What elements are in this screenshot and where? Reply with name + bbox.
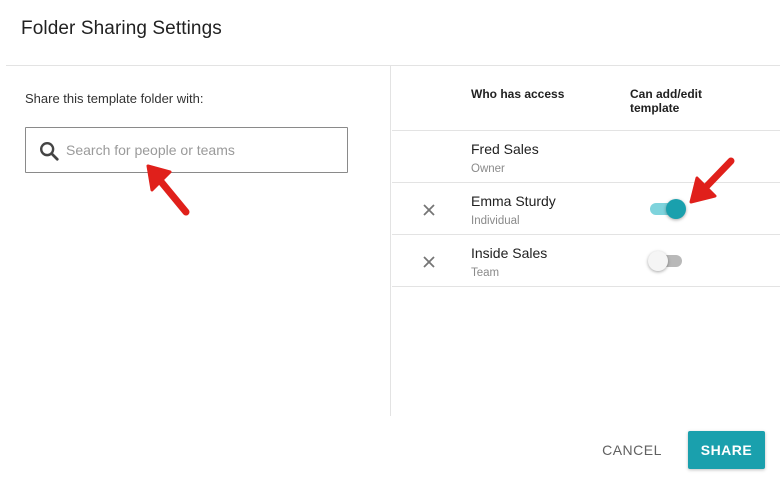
- close-icon[interactable]: [420, 201, 438, 219]
- column-header-can-edit: Can add/edit template: [630, 87, 703, 115]
- cancel-button[interactable]: CANCEL: [592, 431, 672, 469]
- can-edit-toggle[interactable]: [648, 197, 688, 221]
- table-row: Inside Sales Team: [392, 235, 780, 287]
- toggle-thumb: [666, 199, 686, 219]
- search-box[interactable]: [25, 127, 348, 173]
- column-header-who-has-access: Who has access: [471, 87, 565, 101]
- dialog-title: Folder Sharing Settings: [21, 18, 222, 39]
- search-input[interactable]: [66, 129, 341, 171]
- close-icon[interactable]: [420, 253, 438, 271]
- row-role: Individual: [471, 215, 520, 227]
- share-button[interactable]: SHARE: [688, 431, 765, 469]
- row-name: Inside Sales: [471, 245, 548, 261]
- folder-sharing-dialog: Folder Sharing Settings Share this templ…: [0, 0, 782, 487]
- access-table: Who has access Can add/edit template Fre…: [392, 66, 780, 416]
- toggle-thumb: [648, 251, 668, 271]
- table-row: Emma Sturdy Individual: [392, 183, 780, 235]
- can-edit-toggle[interactable]: [648, 249, 688, 273]
- share-with-panel: Share this template folder with:: [6, 66, 391, 416]
- row-name: Emma Sturdy: [471, 193, 556, 209]
- share-with-label: Share this template folder with:: [25, 91, 204, 106]
- search-icon: [40, 142, 59, 161]
- row-name: Fred Sales: [471, 141, 539, 157]
- row-role: Team: [471, 267, 500, 279]
- table-row: Fred Sales Owner: [392, 131, 780, 183]
- row-role: Owner: [471, 163, 505, 175]
